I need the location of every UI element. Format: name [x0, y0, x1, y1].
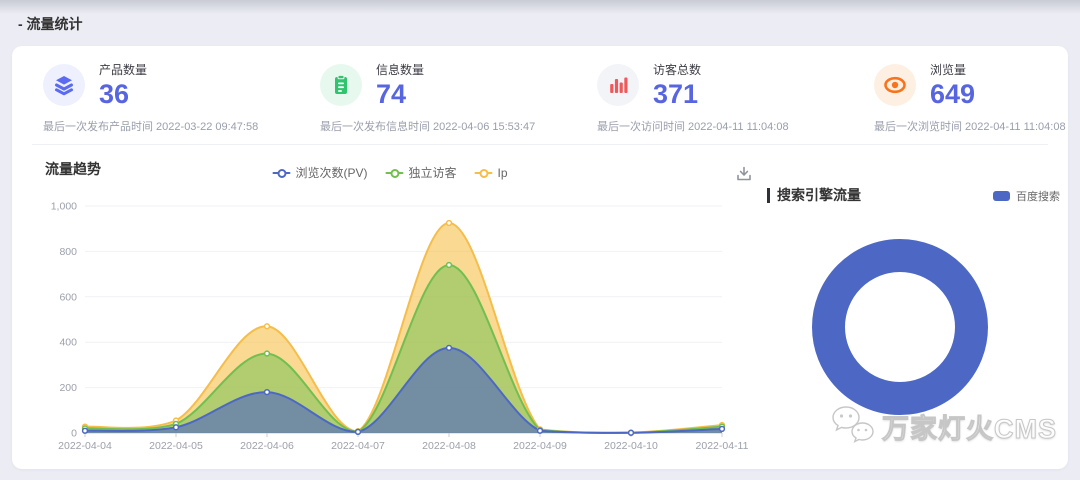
svg-text:2022-04-10: 2022-04-10 [604, 440, 658, 452]
legend-item-baidu[interactable]: 百度搜索 [993, 188, 1060, 204]
traffic-trend-chart: 0 200 400 600 800 1,000 2022-04-04 2022-04-05 20… [20, 195, 760, 465]
svg-text:2022-04-04: 2022-04-04 [58, 440, 112, 452]
legend-label: 独立访客 [408, 164, 456, 181]
svg-text:200: 200 [59, 382, 77, 394]
stat-value: 371 [653, 80, 701, 108]
search-engine-panel-title: 搜索引擎流量 [767, 185, 861, 205]
svg-text:1,000: 1,000 [51, 201, 77, 213]
title-accent-bar [767, 188, 770, 203]
stat-value: 649 [930, 80, 975, 108]
stat-label: 访客总数 [653, 61, 701, 78]
svg-text:2022-04-07: 2022-04-07 [331, 440, 385, 452]
svg-text:2022-04-05: 2022-04-05 [149, 440, 203, 452]
wechat-icon [830, 404, 876, 449]
legend-item-0[interactable]: 浏览次数(PV) [272, 164, 367, 181]
stat-subtitle: 最后一次发布产品时间 2022-03-22 09:47:58 [43, 118, 315, 134]
stat-label: 信息数量 [376, 61, 424, 78]
stat-subtitle: 最后一次发布信息时间 2022-04-06 15:53:47 [320, 118, 592, 134]
stat-subtitle: 最后一次浏览时间 2022-04-11 11:04:08 [874, 118, 1080, 134]
stat-subtitle: 最后一次访问时间 2022-04-11 11:04:08 [597, 118, 869, 134]
svg-text:2022-04-08: 2022-04-08 [422, 440, 476, 452]
stat-value: 36 [99, 80, 147, 108]
top-shadow [0, 0, 1080, 14]
svg-text:2022-04-11: 2022-04-11 [696, 440, 749, 452]
stat-value: 74 [376, 80, 424, 108]
stat-label: 产品数量 [99, 61, 147, 78]
search-engine-donut-chart [805, 232, 995, 422]
eye-icon [874, 64, 916, 106]
trend-chart-title: 流量趋势 [45, 159, 101, 179]
watermark-text: 万家灯火CMS [882, 407, 1057, 446]
clipboard-icon [320, 64, 362, 106]
svg-text:400: 400 [59, 337, 77, 349]
stat-products: 产品数量 36 最后一次发布产品时间 2022-03-22 09:47:58 [43, 61, 315, 134]
trend-legend: 浏览次数(PV) 独立访客 Ip [272, 164, 507, 181]
legend-label: Ip [498, 166, 508, 180]
svg-text:600: 600 [59, 291, 77, 303]
legend-marker [475, 169, 493, 176]
svg-text:2022-04-06: 2022-04-06 [240, 440, 294, 452]
stat-articles: 信息数量 74 最后一次发布信息时间 2022-04-06 15:53:47 [320, 61, 592, 134]
legend-label: 浏览次数(PV) [295, 164, 367, 181]
legend-swatch [993, 191, 1010, 201]
legend-label: 百度搜索 [1016, 188, 1060, 204]
layers-icon [43, 64, 85, 106]
download-icon[interactable] [735, 165, 753, 183]
legend-marker [272, 169, 290, 176]
svg-text:2022-04-09: 2022-04-09 [513, 440, 567, 452]
stat-pageviews: 浏览量 649 最后一次浏览时间 2022-04-11 11:04:08 [874, 61, 1080, 134]
watermark: 万家灯火CMS [830, 404, 1057, 449]
page-title: - 流量统计 [18, 14, 83, 34]
stat-visitors: 访客总数 371 最后一次访问时间 2022-04-11 11:04:08 [597, 61, 869, 134]
svg-text:800: 800 [59, 246, 77, 258]
bar-chart-icon [597, 64, 639, 106]
stats-card: 产品数量 36 最后一次发布产品时间 2022-03-22 09:47:58 [12, 46, 1068, 469]
traffic-stats-page: - 流量统计 产品数量 36 最后一次发布产品时间 2022-03-22 09:… [0, 0, 1080, 480]
section-divider [32, 144, 1048, 145]
legend-marker [385, 169, 403, 176]
legend-item-2[interactable]: Ip [475, 166, 508, 180]
svg-text:0: 0 [71, 428, 77, 440]
stat-label: 浏览量 [930, 61, 975, 78]
legend-item-1[interactable]: 独立访客 [385, 164, 456, 181]
